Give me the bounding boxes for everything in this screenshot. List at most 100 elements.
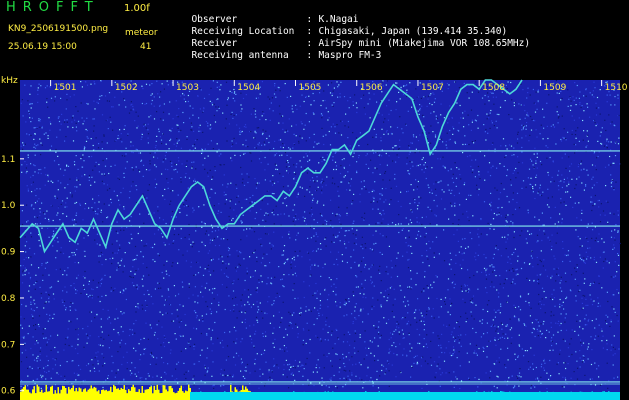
noise-speck — [71, 117, 73, 119]
noise-speck — [330, 219, 332, 222]
noise-speck — [115, 140, 117, 142]
noise-speck — [47, 180, 49, 182]
noise-speck — [195, 328, 198, 330]
noise-speck — [602, 210, 605, 212]
noise-speck — [282, 122, 284, 124]
noise-speck — [201, 349, 203, 351]
noise-speck — [385, 199, 387, 201]
noise-speck — [584, 295, 586, 297]
noise-speck — [499, 283, 501, 285]
noise-speck — [374, 360, 376, 362]
noise-speck — [82, 154, 84, 156]
noise-speck — [248, 303, 250, 305]
noise-speck — [419, 109, 421, 111]
noise-speck — [423, 346, 425, 348]
noise-speck — [406, 157, 408, 159]
noise-speck — [174, 295, 177, 297]
noise-speck — [225, 81, 228, 83]
noise-speck — [472, 295, 475, 297]
noise-speck — [44, 337, 46, 339]
noise-speck — [363, 219, 365, 221]
noise-speck — [289, 363, 291, 365]
noise-speck — [263, 352, 265, 354]
noise-speck — [316, 318, 318, 320]
noise-speck — [530, 129, 533, 131]
noise-speck — [220, 164, 222, 166]
noise-speck — [593, 152, 595, 155]
noise-speck — [300, 312, 302, 314]
noise-speck — [313, 100, 315, 102]
noise-speck — [391, 222, 394, 224]
noise-speck — [147, 373, 149, 375]
meteor-bar — [20, 391, 22, 400]
noise-speck — [256, 127, 258, 129]
noise-speck — [196, 139, 198, 141]
noise-speck — [171, 165, 173, 167]
noise-speck — [425, 314, 428, 316]
noise-speck — [88, 280, 90, 282]
noise-speck — [94, 165, 96, 167]
noise-speck — [553, 255, 555, 257]
noise-speck — [147, 142, 149, 144]
noise-speck — [101, 353, 103, 355]
noise-speck — [590, 363, 593, 366]
noise-speck — [537, 192, 539, 194]
noise-speck — [425, 167, 427, 169]
noise-speck — [146, 243, 148, 245]
noise-speck — [229, 207, 231, 209]
noise-speck — [124, 252, 126, 254]
noise-speck — [76, 186, 78, 188]
noise-speck — [39, 353, 41, 355]
noise-speck — [309, 259, 311, 261]
noise-speck — [168, 243, 170, 245]
noise-speck — [121, 141, 123, 143]
noise-speck — [401, 229, 403, 231]
noise-speck — [302, 364, 304, 367]
noise-speck — [605, 200, 607, 202]
noise-speck — [55, 358, 57, 360]
noise-speck — [424, 226, 426, 229]
noise-speck — [258, 281, 260, 284]
noise-speck — [517, 133, 519, 135]
noise-speck — [275, 297, 277, 299]
noise-speck — [404, 296, 406, 298]
noise-speck — [155, 166, 157, 168]
noise-speck — [72, 140, 75, 142]
noise-speck — [587, 240, 589, 243]
noise-speck — [201, 285, 203, 287]
noise-speck — [235, 342, 237, 344]
noise-speck — [64, 343, 66, 345]
noise-speck — [356, 171, 358, 174]
noise-speck — [236, 338, 238, 340]
noise-speck — [371, 190, 373, 193]
noise-speck — [549, 156, 551, 159]
noise-speck — [359, 201, 361, 203]
noise-speck — [422, 114, 424, 116]
noise-speck — [442, 141, 444, 143]
noise-speck — [124, 167, 127, 169]
noise-speck — [348, 107, 350, 109]
noise-speck — [554, 305, 556, 307]
noise-speck — [139, 377, 141, 379]
noise-speck — [338, 231, 340, 233]
noise-speck — [495, 311, 497, 313]
noise-speck — [540, 124, 542, 126]
noise-speck — [486, 345, 488, 348]
noise-speck — [536, 280, 539, 282]
noise-speck — [340, 81, 342, 83]
noise-speck — [570, 196, 572, 198]
noise-speck — [46, 344, 48, 346]
noise-speck — [48, 293, 50, 296]
noise-speck — [564, 362, 566, 364]
noise-speck — [61, 200, 64, 202]
noise-speck — [83, 120, 85, 122]
noise-speck — [448, 324, 450, 326]
noise-speck — [265, 265, 267, 267]
noise-speck — [202, 131, 204, 133]
noise-speck — [432, 131, 434, 133]
noise-speck — [222, 346, 224, 348]
noise-speck — [453, 234, 455, 236]
noise-speck — [428, 308, 430, 310]
noise-speck — [599, 214, 601, 216]
noise-speck — [479, 320, 481, 322]
